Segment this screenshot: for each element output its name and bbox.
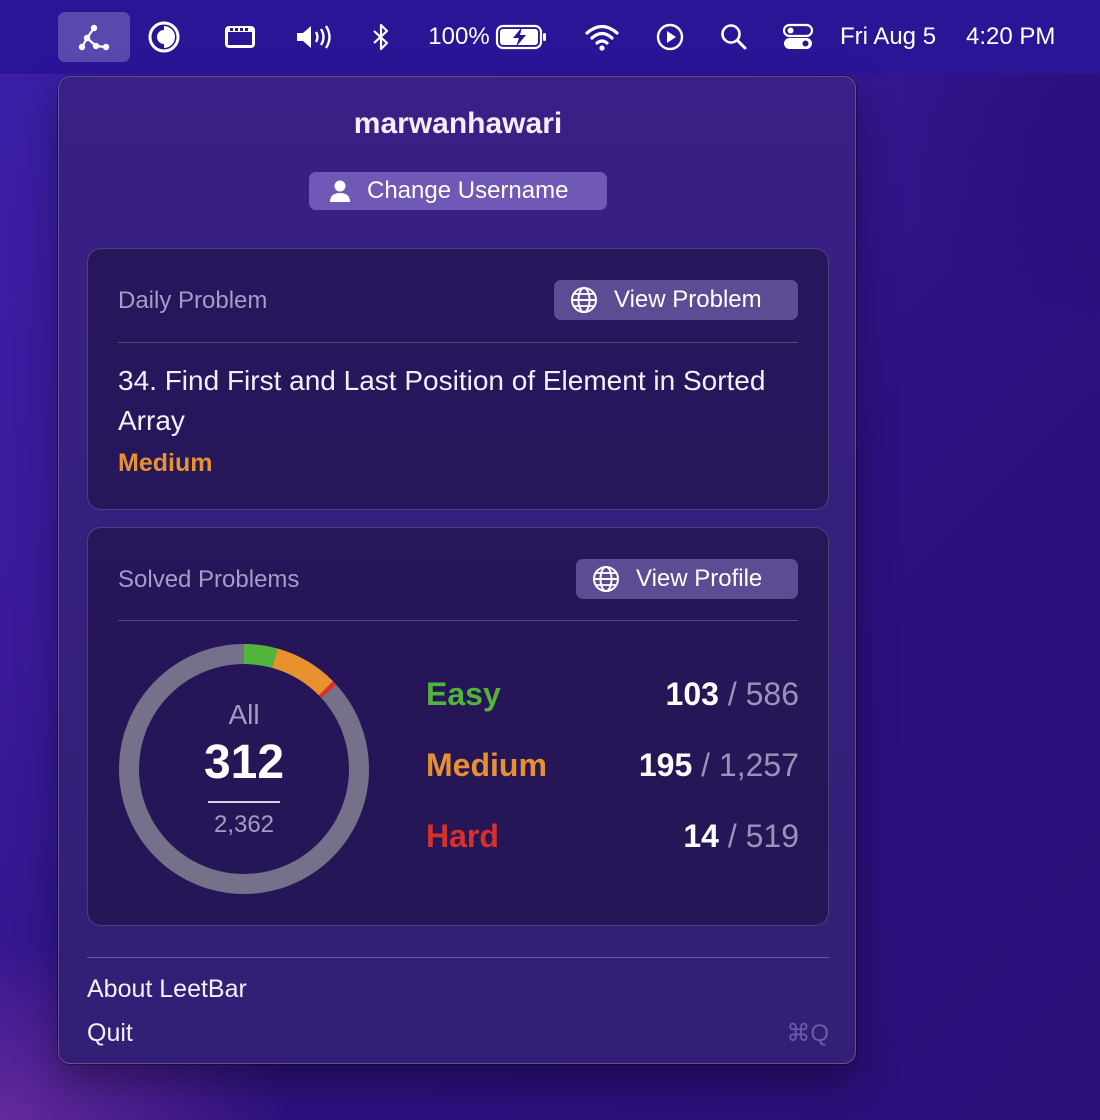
daily-problem-title[interactable]: 34. Find First and Last Position of Elem… (118, 361, 778, 441)
quit-shortcut: ⌘Q (786, 1020, 829, 1047)
view-profile-button[interactable]: View Profile (576, 559, 798, 599)
solved-value: 14 (683, 818, 719, 854)
leetbar-popover: marwanhawari Change Username Daily Probl… (58, 76, 856, 1064)
total-value: 519 (745, 818, 799, 854)
view-problem-label: View Problem (614, 286, 762, 313)
bluetooth-icon[interactable] (366, 0, 396, 74)
total-value: 586 (745, 676, 799, 712)
contrast-icon[interactable] (144, 0, 184, 74)
globe-icon (570, 286, 598, 314)
video-window-icon[interactable] (220, 0, 260, 74)
stat-row-easy: Easy 103 / 586 (426, 676, 799, 720)
fraction-line (208, 801, 280, 803)
separator: / (701, 747, 711, 783)
about-leetbar-item[interactable]: About LeetBar (87, 975, 829, 1011)
change-username-button[interactable]: Change Username (309, 172, 607, 210)
stat-row-hard: Hard 14 / 519 (426, 818, 799, 862)
play-circle-icon[interactable] (652, 0, 688, 74)
battery-charging-icon[interactable] (494, 0, 550, 74)
divider (118, 620, 798, 621)
quit-label: Quit (87, 1019, 133, 1047)
battery-percent: 100% (428, 23, 490, 50)
quit-item[interactable]: Quit ⌘Q (87, 1019, 829, 1055)
ring-summary: All 312 2,362 (118, 643, 370, 895)
separator: / (727, 818, 737, 854)
difficulty-values: 195 / 1,257 (639, 747, 799, 784)
solved-value: 103 (665, 676, 719, 712)
globe-icon (592, 565, 620, 593)
date-label[interactable]: Fri Aug 5 (840, 0, 960, 74)
about-leetbar-label: About LeetBar (87, 975, 247, 1003)
solved-value: 195 (638, 747, 693, 783)
difficulty-name: Easy (426, 676, 501, 712)
difficulty-values: 14 / 519 (683, 818, 799, 855)
time-label[interactable]: 4:20 PM (966, 0, 1076, 74)
username: marwanhawari (353, 107, 563, 140)
solved-problems-card: Solved Problems View Profile All 312 2,3… (87, 527, 829, 926)
change-username-label: Change Username (367, 177, 569, 204)
total-value: 1,257 (718, 747, 799, 783)
daily-problem-card: Daily Problem View Problem 34. Find Firs… (87, 248, 829, 510)
speaker-volume-icon[interactable] (292, 0, 336, 74)
difficulty-values: 103 / 586 (666, 676, 799, 713)
total-count: 2,362 (213, 811, 275, 838)
solved-problems-label: Solved Problems (118, 566, 300, 593)
menu-divider (87, 957, 829, 958)
daily-problem-difficulty: Medium (118, 449, 213, 477)
separator: / (727, 676, 737, 712)
difficulty-name: Medium (426, 747, 547, 783)
menu-bar: 100% Fri Aug 5 4:20 PM (0, 0, 1100, 74)
divider (118, 342, 798, 343)
search-icon[interactable] (716, 0, 752, 74)
view-problem-button[interactable]: View Problem (554, 280, 798, 320)
person-icon (329, 179, 351, 203)
solved-count: 312 (203, 736, 285, 789)
difficulty-name: Hard (426, 818, 499, 854)
all-label: All (228, 699, 260, 730)
view-profile-label: View Profile (636, 565, 763, 592)
daily-problem-label: Daily Problem (118, 287, 268, 314)
leetbar-graph-icon[interactable] (58, 0, 130, 74)
wifi-icon[interactable] (582, 0, 622, 74)
stat-row-medium: Medium 195 / 1,257 (426, 747, 799, 791)
control-center-icon[interactable] (780, 0, 816, 74)
